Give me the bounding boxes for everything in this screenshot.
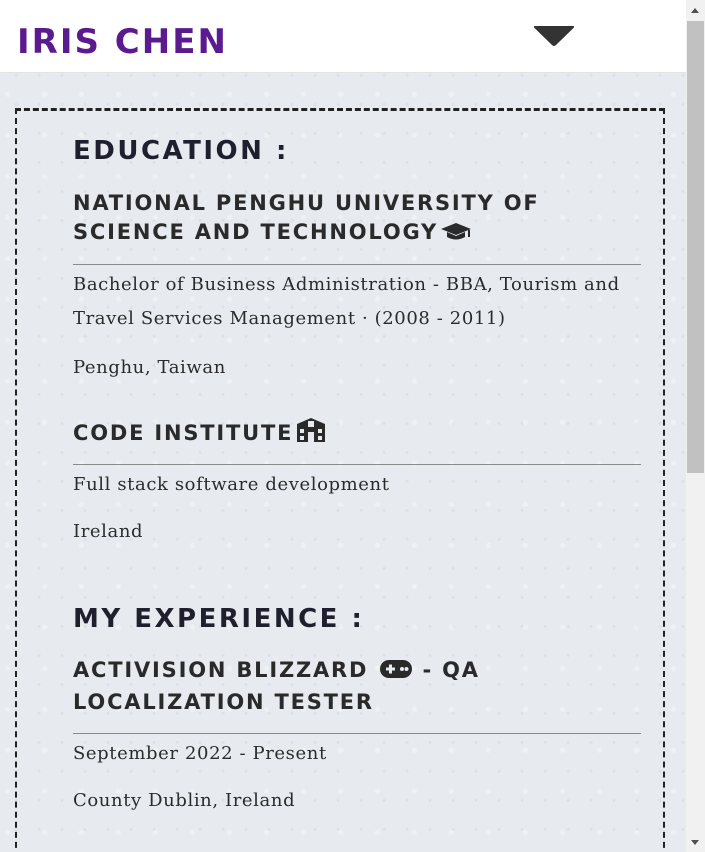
- caret-down-icon: [533, 26, 575, 46]
- divider: [73, 464, 641, 465]
- nav-toggle-button[interactable]: [532, 24, 576, 54]
- school-degree: Bachelor of Business Administration - BB…: [73, 274, 620, 329]
- scroll-down-arrow-icon[interactable]: [691, 840, 699, 845]
- scrollbar[interactable]: [686, 0, 705, 852]
- school-name: CODE INSTITUTE: [73, 417, 641, 451]
- job-title: ACTIVISION BLIZZARD - QA LOCALIZATION TE…: [73, 656, 641, 717]
- navbar: IRIS CHEN: [0, 0, 686, 73]
- page: IRIS CHEN EDUCATION : NATIONAL PENGHU UN…: [0, 0, 686, 852]
- job-company: ACTIVISION BLIZZARD: [73, 658, 369, 682]
- divider: [73, 733, 641, 734]
- resume-card: EDUCATION : NATIONAL PENGHU UNIVERSITY O…: [15, 108, 665, 852]
- divider: [73, 264, 641, 265]
- school-location: Penghu, Taiwan: [73, 357, 226, 378]
- school-name-text: CODE INSTITUTE: [73, 421, 294, 445]
- school-location: Ireland: [73, 521, 144, 542]
- brand-logo[interactable]: IRIS CHEN: [17, 20, 228, 64]
- job-period: September 2022 - Present: [73, 743, 327, 764]
- school-name: NATIONAL PENGHU UNIVERSITY OF SCIENCE AN…: [73, 189, 641, 250]
- scroll-up-arrow-icon[interactable]: [691, 8, 699, 13]
- school-icon: [295, 417, 327, 451]
- scrollbar-thumb[interactable]: [687, 21, 704, 473]
- school-degree: Full stack software development: [73, 474, 390, 495]
- education-heading: EDUCATION :: [73, 136, 289, 166]
- graduation-cap-icon: [440, 221, 472, 250]
- experience-heading: MY EXPERIENCE :: [73, 604, 365, 634]
- job-location: County Dublin, Ireland: [73, 790, 296, 811]
- gamepad-icon: [379, 658, 413, 688]
